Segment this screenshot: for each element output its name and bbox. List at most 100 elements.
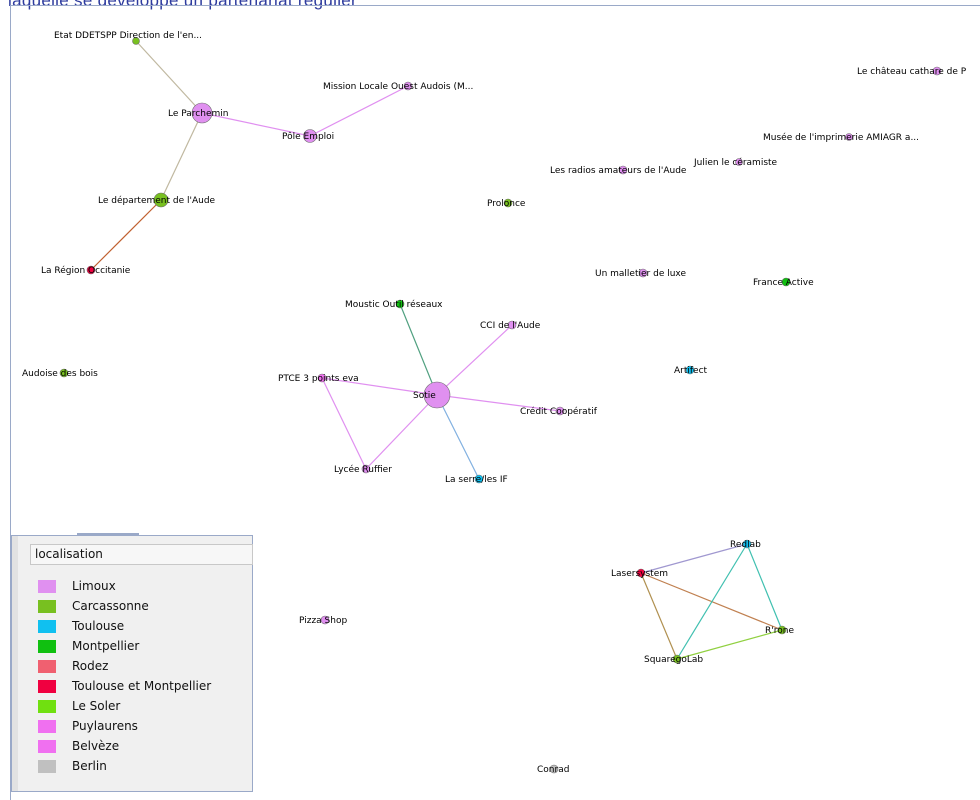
edge-parchemin-departement (160, 112, 203, 201)
node-label: Pizza Shop (299, 616, 347, 626)
node-audoise[interactable]: Audoise des bois (22, 368, 98, 379)
node-label: SquaregoLab (644, 655, 703, 665)
legend-swatch (38, 599, 56, 613)
legend-item[interactable]: Toulouse (38, 618, 124, 634)
legend-item-label: Toulouse (72, 619, 125, 633)
legend-item-label: Rodez (72, 659, 109, 673)
node-radios[interactable]: Les radios amateurs de l'Aude (550, 165, 687, 176)
node-artifect[interactable]: Artifect (674, 365, 708, 376)
node-departement[interactable]: Le département de l'Aude (98, 192, 216, 208)
legend-swatch (38, 579, 56, 593)
node-squarego[interactable]: SquaregoLab (644, 654, 703, 665)
edge-sotie-serres (436, 394, 480, 480)
edge-pole-mission (309, 85, 409, 137)
legend-item-label: Belvèze (72, 739, 120, 753)
node-label: Sotie (413, 391, 436, 401)
legend-item[interactable]: Montpellier (38, 638, 139, 654)
node-label: Les radios amateurs de l'Aude (550, 166, 687, 176)
node-mission[interactable]: Mission Locale Ouest Audois (M... (323, 81, 473, 92)
node-label: R'rone (765, 626, 794, 636)
node-ddetspp[interactable]: Etat DDETSPP Direction de l'en... (54, 31, 202, 45)
node-label: La Région Occitanie (41, 265, 131, 276)
node-musee[interactable]: Musée de l'imprimerie AMIAGR a... (763, 132, 919, 143)
node-label: Julien le céramiste (693, 157, 778, 168)
node-chateau[interactable]: Le château cathare de P (857, 66, 967, 77)
node-label: Audoise des bois (22, 369, 98, 379)
legend-item-label: Berlin (72, 759, 107, 773)
node-prolonce[interactable]: Prolonce (487, 198, 526, 209)
legend-item-label: Le Soler (72, 699, 121, 713)
edge-ddetspp-parchemin (135, 40, 203, 114)
node-credit[interactable]: Crédit Coopératif (520, 406, 598, 417)
node-cci[interactable]: CCI de l'Aude (480, 320, 541, 331)
legend-swatch (38, 659, 56, 673)
legend-swatch (38, 679, 56, 693)
edge-departement-region (90, 199, 162, 271)
node-pole[interactable]: Pôle Emploi (282, 129, 334, 143)
node-label: Mission Locale Ouest Audois (M... (323, 82, 473, 92)
node-label: Le château cathare de P (857, 67, 967, 77)
legend-panel: localisation Limoux Carcassonne Toulouse Mo… (11, 535, 253, 792)
node-label: France Active (753, 278, 814, 288)
legend-swatch (38, 719, 56, 733)
node-pizza[interactable]: Pizza Shop (299, 615, 347, 626)
node-ptce[interactable]: PTCE 3 points eva (278, 373, 359, 384)
node-sotie[interactable]: Sotie (413, 381, 451, 409)
legend-swatch (38, 639, 56, 653)
node-label: Le département de l'Aude (98, 195, 216, 206)
legend-item[interactable]: Toulouse et Montpellier (38, 678, 211, 694)
node-lasersystem[interactable]: Lasersystem (611, 568, 668, 579)
legend-item-label: Puylaurens (72, 719, 138, 733)
edge-cci-sotie (436, 324, 513, 396)
legend-swatch (38, 759, 56, 773)
legend-item[interactable]: Limoux (38, 578, 116, 594)
node-label: Redlab (730, 540, 761, 550)
legend-item[interactable]: Berlin (38, 758, 107, 774)
node-label: CCI de l'Aude (480, 321, 541, 331)
edge-redlab-squarego (676, 543, 748, 660)
node-parchemin[interactable]: Le Parchemin (168, 102, 228, 124)
node-label: Pôle Emploi (282, 131, 334, 142)
legend-item-label: Limoux (72, 579, 116, 593)
node-label: Crédit Coopératif (520, 406, 598, 417)
node-label: Lycée Ruffier (334, 464, 392, 475)
legend-item-label: Carcassonne (72, 599, 149, 613)
legend-swatch (38, 739, 56, 753)
node-label: Etat DDETSPP Direction de l'en... (54, 31, 202, 41)
edge-ptce-lycee (321, 377, 367, 470)
legend-title[interactable]: localisation (30, 544, 253, 565)
node-redlab[interactable]: Redlab (730, 539, 761, 550)
node-label: Le Parchemin (168, 109, 228, 119)
node-moustic[interactable]: Moustic Outil réseaux (345, 299, 443, 310)
edge-moustic-sotie (399, 303, 438, 396)
legend-item[interactable]: Carcassonne (38, 598, 149, 614)
node-malletier[interactable]: Un malletier de luxe (595, 268, 686, 279)
node-label: Prolonce (487, 199, 526, 209)
node-lycee[interactable]: Lycée Ruffier (334, 464, 392, 475)
node-serres[interactable]: La serre/les IF (445, 474, 508, 485)
node-rone[interactable]: R'rone (765, 625, 794, 636)
legend-item[interactable]: Rodez (38, 658, 108, 674)
legend-item-label: Toulouse et Montpellier (72, 679, 212, 693)
node-franceactive[interactable]: France Active (753, 277, 814, 288)
node-label: Conrad (537, 765, 569, 775)
node-label: Un malletier de luxe (595, 269, 686, 279)
legend-item[interactable]: Puylaurens (38, 718, 138, 734)
node-label: La serre/les IF (445, 475, 508, 485)
legend-swatch (38, 619, 56, 633)
node-label: PTCE 3 points eva (278, 374, 359, 384)
edge-redlab-rone (746, 543, 783, 631)
node-julien[interactable]: Julien le céramiste (693, 157, 778, 168)
edge-sotie-lycee (365, 394, 438, 470)
legend-scrollbar[interactable] (12, 536, 18, 791)
legend-item[interactable]: Le Soler (38, 698, 120, 714)
legend-item-label: Montpellier (72, 639, 140, 653)
node-conrad[interactable]: Conrad (537, 764, 569, 775)
node-label: Musée de l'imprimerie AMIAGR a... (763, 132, 919, 143)
node-region[interactable]: La Région Occitanie (41, 265, 131, 276)
legend-swatch (38, 699, 56, 713)
legend-item[interactable]: Belvèze (38, 738, 119, 754)
node-label: Lasersystem (611, 569, 668, 579)
node-label: Moustic Outil réseaux (345, 299, 443, 310)
node-label: Artifect (674, 366, 708, 376)
